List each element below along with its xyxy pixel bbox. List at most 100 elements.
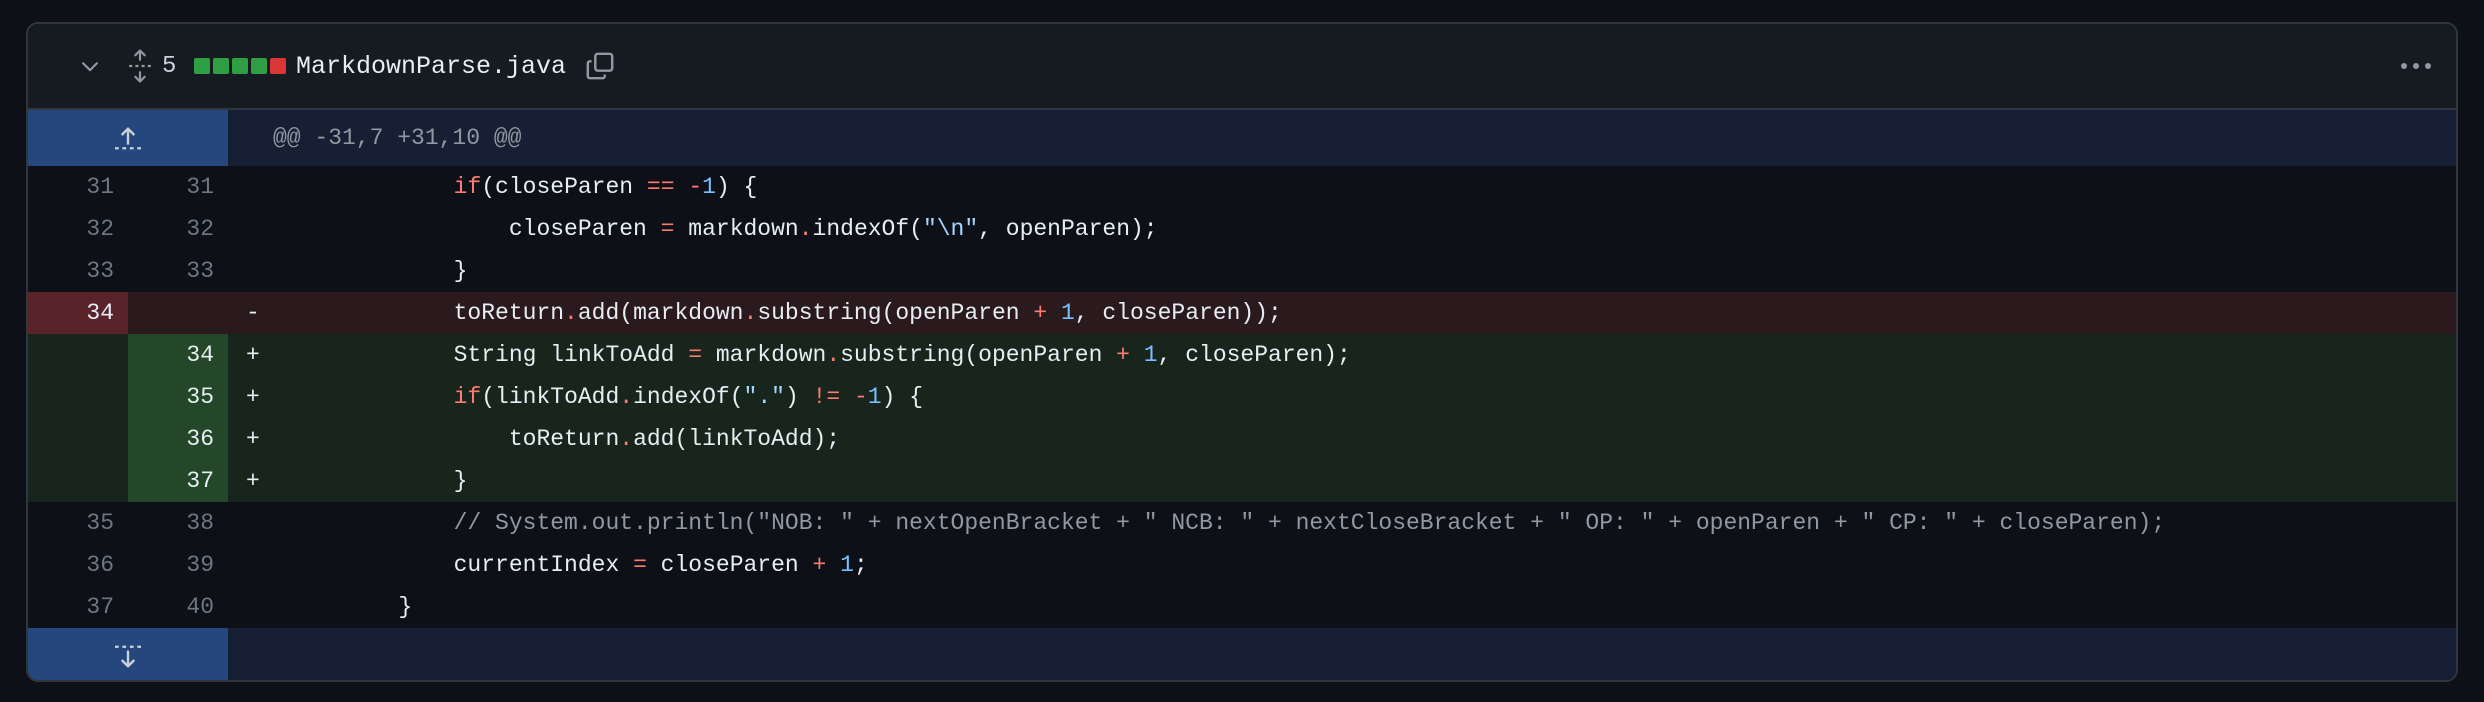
diff-sign: + [246,342,260,368]
code-token: , openParen); [978,216,1158,242]
hunk-footer [28,628,2456,680]
old-line-number[interactable]: 34 [28,292,128,334]
hunk-header: @@ -31,7 +31,10 @@ [28,110,2456,166]
code-token: // System.out.println("NOB: " + nextOpen… [453,510,2166,536]
added-line: 37 + } [28,460,2456,502]
new-line-number[interactable]: 39 [128,544,228,586]
new-line-number[interactable]: 33 [128,250,228,292]
diff-sign: - [246,300,260,326]
code-token: + [1033,300,1048,326]
code-token: . [564,300,578,326]
new-line-number[interactable]: 31 [128,166,228,208]
unfold-icon[interactable] [118,24,162,108]
code-token: ; [853,552,868,578]
file-name[interactable]: MarkdownParse.java [296,24,566,108]
added-line: 35 + if(linkToAdd.indexOf(".") != -1) { [28,376,2456,418]
diff-sign: + [246,426,260,452]
code-token: closeParen [646,552,813,578]
code-token: ) [784,384,813,410]
deleted-line: 34 - toReturn.add(markdown.substring(open… [28,292,2456,334]
chevron-down-icon[interactable] [68,24,112,108]
old-line-number[interactable]: 36 [28,544,128,586]
old-line-number[interactable]: 35 [28,502,128,544]
code-line: currentIndex = closeParen + 1; [288,544,868,586]
code-line: // System.out.println("NOB: " + nextOpen… [288,502,2165,544]
new-line-number[interactable]: 35 [128,376,228,418]
code-token: . [798,216,813,242]
diff-file: 5 MarkdownParse.java @@ -31,7 +31,10 @@ … [26,22,2458,682]
new-line-number[interactable]: 40 [128,586,228,628]
code-token: markdown [702,342,827,368]
code-token: indexOf( [633,384,744,410]
code-token: 1 [840,552,854,578]
diff-table: @@ -31,7 +31,10 @@ 31 31 if(closeParen ==… [28,110,2456,680]
code-token: . [743,300,758,326]
code-token: (closeParen [481,174,647,200]
code-token: + [1116,342,1130,368]
code-token: substring(openParen [840,342,1117,368]
code-token: 1 [702,174,716,200]
context-line: 37 40 } [28,586,2456,628]
code-line: } [288,586,412,628]
expand-up-icon[interactable] [28,110,228,166]
code-token: . [619,426,634,452]
kebab-horizontal-icon[interactable] [2394,24,2438,108]
new-line-number[interactable]: 34 [128,334,228,376]
code-line: } [288,460,468,502]
code-token: markdown [674,216,799,242]
added-line: 34 + String linkToAdd = markdown.substrin… [28,334,2456,376]
code-token: - [688,174,703,200]
diffstat-square [213,58,229,74]
code-line: toReturn.add(markdown.substring(openPare… [288,292,1282,334]
old-line-number[interactable]: 31 [28,166,128,208]
code-token: "\n" [922,216,979,242]
code-token: , closeParen)); [1074,300,1282,326]
new-line-number[interactable]: 37 [128,460,228,502]
code-token: , closeParen); [1157,342,1351,368]
code-token: } [288,594,413,620]
code-token: . [619,384,634,410]
code-token: 1 [867,384,882,410]
code-line: if(linkToAdd.indexOf(".") != -1) { [288,376,923,418]
code-token: add(markdown [577,300,744,326]
code-token: ) { [881,384,924,410]
code-line: if(closeParen == -1) { [288,166,758,208]
code-token: if [453,384,482,410]
code-token: = [688,342,703,368]
context-line: 32 32 closeParen = markdown.indexOf("\n",… [28,208,2456,250]
code-token: substring(openParen [757,300,1034,326]
code-token: == [646,174,675,200]
code-token: . [826,342,841,368]
code-line: closeParen = markdown.indexOf("\n", open… [288,208,1158,250]
file-header: 5 MarkdownParse.java [28,24,2456,110]
new-line-number[interactable]: 36 [128,418,228,460]
added-line: 36 + toReturn.add(linkToAdd); [28,418,2456,460]
code-token: } [288,258,468,284]
hunk-header-text: @@ -31,7 +31,10 @@ [273,125,522,151]
code-token: != [812,384,841,410]
copy-icon[interactable] [578,24,622,108]
diffstat-square [251,58,267,74]
code-token: closeParen [288,216,661,242]
old-line-number[interactable]: 32 [28,208,128,250]
code-line: String linkToAdd = markdown.substring(op… [288,334,1351,376]
expand-down-icon[interactable] [28,628,228,680]
new-line-number[interactable]: 32 [128,208,228,250]
new-line-number[interactable]: 38 [128,502,228,544]
diffstat-squares [194,24,286,108]
diff-sign: + [246,468,260,494]
code-token: = [660,216,675,242]
old-line-number[interactable]: 37 [28,586,128,628]
code-token: (linkToAdd [481,384,620,410]
code-token: } [288,468,468,494]
diffstat-square [270,58,286,74]
change-count: 5 [162,52,177,80]
old-line-number[interactable]: 33 [28,250,128,292]
